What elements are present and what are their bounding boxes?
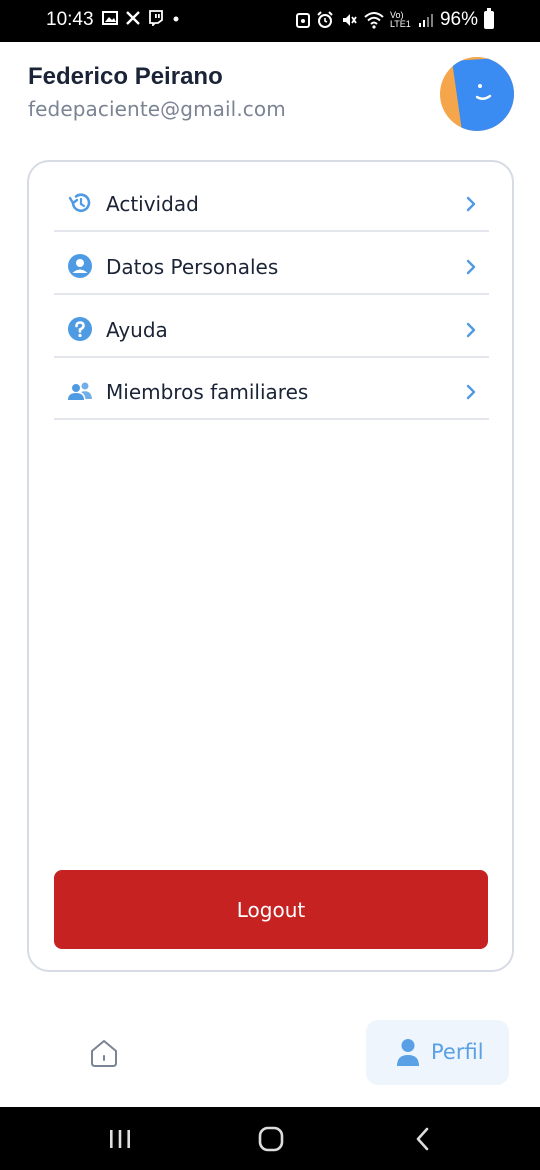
status-time: 10:43 <box>46 9 94 30</box>
back-chevron-icon <box>416 1127 429 1151</box>
people-icon <box>68 382 92 400</box>
back-button[interactable] <box>403 1121 443 1157</box>
notification-icons <box>102 10 181 26</box>
volte-label: Vo) LTE1 <box>389 10 411 29</box>
system-nav-bar <box>0 1107 540 1170</box>
menu-item-label: Actividad <box>106 192 199 216</box>
chevron-right-icon <box>466 384 476 400</box>
signal-icon <box>418 14 433 27</box>
nfc-icon <box>295 13 310 28</box>
menu-item-datos-personales[interactable]: Datos Personales <box>54 233 489 295</box>
image-icon <box>102 11 118 25</box>
logout-button[interactable]: Logout <box>54 870 488 949</box>
help-circle-icon <box>68 317 92 341</box>
status-bar: 10:43 Vo) LTE1 96% <box>0 0 540 42</box>
battery-percent: 96% <box>439 9 478 30</box>
home-icon <box>91 1040 117 1067</box>
battery-icon <box>484 8 494 29</box>
menu-item-label: Miembros familiares <box>106 380 309 404</box>
profile-email: fedepaciente@gmail.com <box>28 97 286 121</box>
mute-icon <box>342 14 357 26</box>
profile-menu-card: Actividad Datos Personales Ayuda Miembro… <box>27 160 514 972</box>
recent-apps-icon <box>110 1130 130 1148</box>
menu-item-actividad[interactable]: Actividad <box>54 170 489 232</box>
home-nav-button[interactable] <box>251 1121 291 1157</box>
chevron-right-icon <box>466 196 476 212</box>
tab-home[interactable] <box>78 1025 130 1081</box>
tab-perfil-label: Perfil <box>431 1040 484 1064</box>
person-icon <box>397 1039 419 1066</box>
twitch-icon <box>149 10 163 26</box>
wifi-icon <box>364 12 384 29</box>
menu-item-miembros-familiares[interactable]: Miembros familiares <box>54 358 489 420</box>
history-icon <box>68 193 91 212</box>
x-logo-icon <box>126 11 140 25</box>
profile-name: Federico Peirano <box>28 63 223 90</box>
menu-item-ayuda[interactable]: Ayuda <box>54 296 489 358</box>
chevron-right-icon <box>466 259 476 275</box>
avatar-face-icon <box>440 57 514 131</box>
avatar[interactable] <box>440 57 514 131</box>
home-circle-icon <box>258 1126 284 1152</box>
chevron-right-icon <box>466 322 476 338</box>
alarm-icon <box>317 11 333 28</box>
system-icons: Vo) LTE1 96% <box>295 8 494 31</box>
recent-apps-button[interactable] <box>100 1121 140 1157</box>
menu-item-label: Datos Personales <box>106 255 279 279</box>
menu-item-label: Ayuda <box>106 318 168 342</box>
dot-icon <box>173 16 179 22</box>
account-circle-icon <box>68 254 92 278</box>
tab-perfil[interactable]: Perfil <box>366 1020 509 1085</box>
